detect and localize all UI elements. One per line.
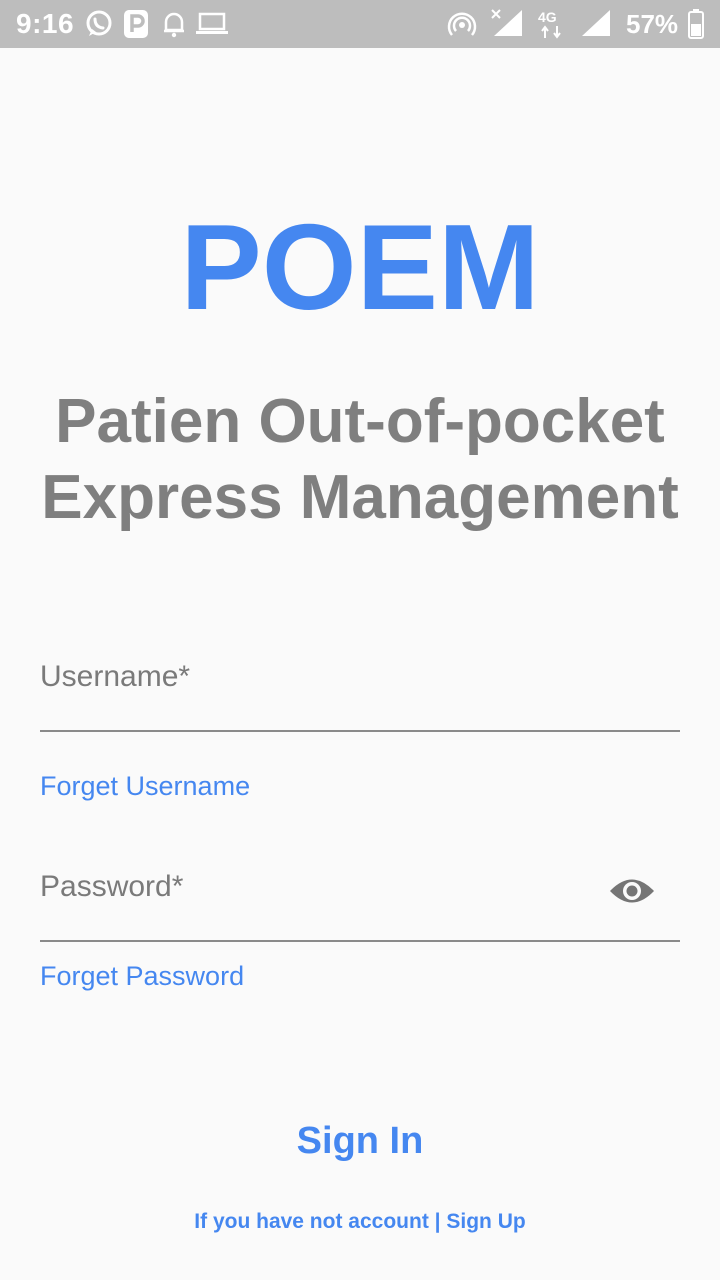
subtitle-line-1: Patien Out-of-pocket — [55, 387, 665, 456]
battery-icon — [688, 9, 704, 39]
status-bar: 9:16 4G 57% — [0, 0, 720, 48]
whatsapp-icon — [86, 10, 112, 36]
signup-prompt-row: If you have not account | Sign Up — [0, 1210, 720, 1234]
subtitle-line-2: Express Management — [41, 463, 679, 532]
signup-prompt-text: If you have not account — [194, 1210, 429, 1233]
status-time: 9:16 — [16, 8, 75, 39]
forget-username-link[interactable]: Forget Username — [40, 771, 250, 802]
password-field[interactable]: Password* — [40, 850, 680, 942]
app-subtitle: Patien Out-of-pocket Express Management — [20, 384, 700, 536]
username-field[interactable]: Username* — [40, 640, 680, 732]
laptop-icon — [196, 12, 228, 34]
eye-icon[interactable] — [608, 874, 656, 908]
hotspot-icon — [447, 12, 477, 36]
signup-separator: | — [434, 1210, 441, 1233]
signal-icon — [582, 10, 610, 36]
username-label: Username* — [40, 660, 191, 693]
sign-up-link[interactable]: Sign Up — [446, 1210, 525, 1233]
forget-password-link[interactable]: Forget Password — [40, 961, 244, 992]
signal-x-icon — [491, 9, 522, 36]
network-type-label: 4G — [538, 9, 557, 25]
app-title: POEM — [180, 199, 540, 335]
password-label: Password* — [40, 870, 184, 903]
sign-in-button[interactable]: Sign In — [0, 1120, 720, 1163]
parking-p-icon — [124, 10, 148, 38]
bell-icon — [164, 12, 184, 38]
network-4g-icon: 4G — [538, 9, 561, 39]
battery-percent: 57% — [626, 9, 679, 39]
